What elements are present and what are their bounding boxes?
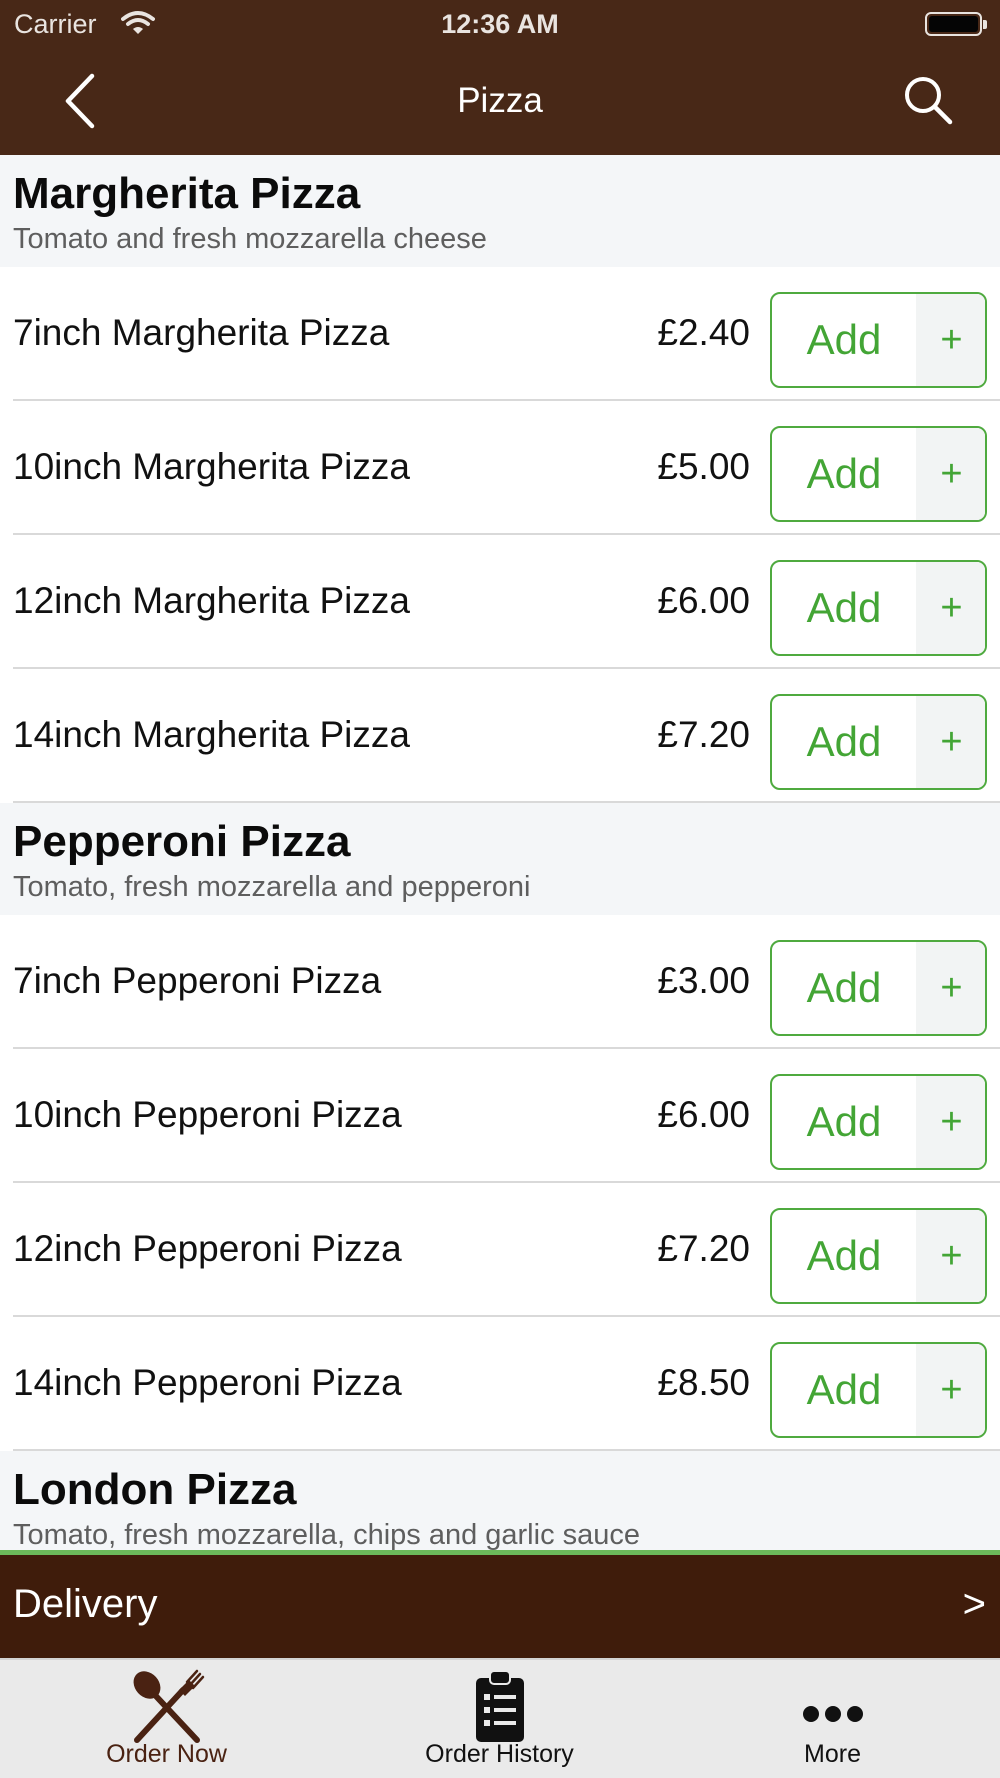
section-header-pepperoni: Pepperoni Pizza Tomato, fresh mozzarella… — [0, 803, 1000, 915]
divider — [13, 1449, 1000, 1451]
plus-icon: + — [916, 1076, 985, 1168]
plus-icon: + — [916, 696, 985, 788]
item-price: £8.50 — [657, 1362, 750, 1403]
tab-bar: Order Now Order History More — [0, 1658, 1000, 1778]
tab-order-now[interactable]: Order Now — [0, 1660, 333, 1778]
menu-item: 12inch Margherita Pizza £6.00 Add + — [0, 535, 1000, 669]
chevron-right-icon: > — [962, 1582, 986, 1626]
add-button[interactable]: Add + — [770, 694, 987, 790]
clipboard-list-icon — [472, 1668, 528, 1749]
item-name: 14inch Pepperoni Pizza — [13, 1362, 402, 1403]
tab-label: More — [804, 1740, 861, 1768]
add-button[interactable]: Add + — [770, 426, 987, 522]
page-title: Pizza — [457, 81, 543, 120]
plus-icon: + — [916, 1210, 985, 1302]
menu-item: 12inch Pepperoni Pizza £7.20 Add + — [0, 1183, 1000, 1317]
menu-item: 14inch Pepperoni Pizza £8.50 Add + — [0, 1317, 1000, 1451]
item-price: £2.40 — [657, 312, 750, 353]
section-title: London Pizza — [13, 1465, 297, 1514]
section-header-london: London Pizza Tomato, fresh mozzarella, c… — [0, 1451, 1000, 1552]
search-icon — [905, 77, 953, 125]
add-label: Add — [806, 584, 882, 631]
item-price: £7.20 — [657, 1228, 750, 1269]
search-button[interactable] — [900, 72, 956, 128]
menu-item: 14inch Margherita Pizza £7.20 Add + — [0, 669, 1000, 803]
add-button[interactable]: Add + — [770, 292, 987, 388]
item-price: £7.20 — [657, 714, 750, 755]
add-label: Add — [806, 1366, 882, 1413]
delivery-button[interactable]: Delivery > — [0, 1555, 1000, 1658]
section-header-margherita: Margherita Pizza Tomato and fresh mozzar… — [0, 155, 1000, 267]
status-time: 12:36 AM — [441, 9, 559, 39]
menu-item: 10inch Margherita Pizza £5.00 Add + — [0, 401, 1000, 535]
plus-icon: + — [916, 942, 985, 1034]
divider — [13, 801, 1000, 803]
item-name: 14inch Margherita Pizza — [13, 714, 410, 755]
item-name: 10inch Pepperoni Pizza — [13, 1094, 402, 1135]
item-price: £5.00 — [657, 446, 750, 487]
menu-item: 7inch Pepperoni Pizza £3.00 Add + — [0, 915, 1000, 1049]
section-description: Tomato, fresh mozzarella, chips and garl… — [13, 1519, 641, 1551]
plus-icon: + — [916, 562, 985, 654]
battery-icon — [925, 12, 987, 36]
add-label: Add — [806, 718, 882, 765]
section-title: Margherita Pizza — [13, 169, 361, 218]
section-description: Tomato, fresh mozzarella and pepperoni — [13, 871, 531, 903]
navigation-bar: Pizza — [0, 48, 1000, 155]
add-button[interactable]: Add + — [770, 560, 987, 656]
add-label: Add — [806, 450, 882, 497]
menu-item: 10inch Pepperoni Pizza £6.00 Add + — [0, 1049, 1000, 1183]
item-name: 12inch Pepperoni Pizza — [13, 1228, 402, 1269]
tab-more[interactable]: More — [666, 1660, 999, 1778]
item-price: £6.00 — [657, 580, 750, 621]
delivery-label: Delivery — [13, 1582, 158, 1626]
add-label: Add — [806, 1232, 882, 1279]
add-label: Add — [806, 1098, 882, 1145]
plus-icon: + — [916, 1344, 985, 1436]
add-button[interactable]: Add + — [770, 1074, 987, 1170]
plus-icon: + — [916, 428, 985, 520]
more-dots-icon — [801, 1668, 865, 1749]
section-description: Tomato and fresh mozzarella cheese — [13, 223, 487, 255]
tab-label: Order Now — [106, 1740, 227, 1768]
fork-knife-icon — [127, 1668, 207, 1749]
add-button[interactable]: Add + — [770, 940, 987, 1036]
status-bar: Carrier 12:36 AM — [0, 0, 1000, 48]
item-name: 10inch Margherita Pizza — [13, 446, 410, 487]
item-name: 7inch Pepperoni Pizza — [13, 960, 382, 1001]
item-name: 7inch Margherita Pizza — [13, 312, 390, 353]
item-price: £6.00 — [657, 1094, 750, 1135]
item-name: 12inch Margherita Pizza — [13, 580, 410, 621]
add-label: Add — [806, 964, 882, 1011]
menu-item: 7inch Margherita Pizza £2.40 Add + — [0, 267, 1000, 401]
plus-icon: + — [916, 294, 985, 386]
add-button[interactable]: Add + — [770, 1342, 987, 1438]
add-label: Add — [806, 316, 882, 363]
menu-list[interactable]: Margherita Pizza Tomato and fresh mozzar… — [0, 155, 1000, 1552]
add-button[interactable]: Add + — [770, 1208, 987, 1304]
tab-label: Order History — [425, 1740, 574, 1768]
tab-order-history[interactable]: Order History — [333, 1660, 666, 1778]
item-price: £3.00 — [657, 960, 750, 1001]
section-title: Pepperoni Pizza — [13, 817, 351, 866]
